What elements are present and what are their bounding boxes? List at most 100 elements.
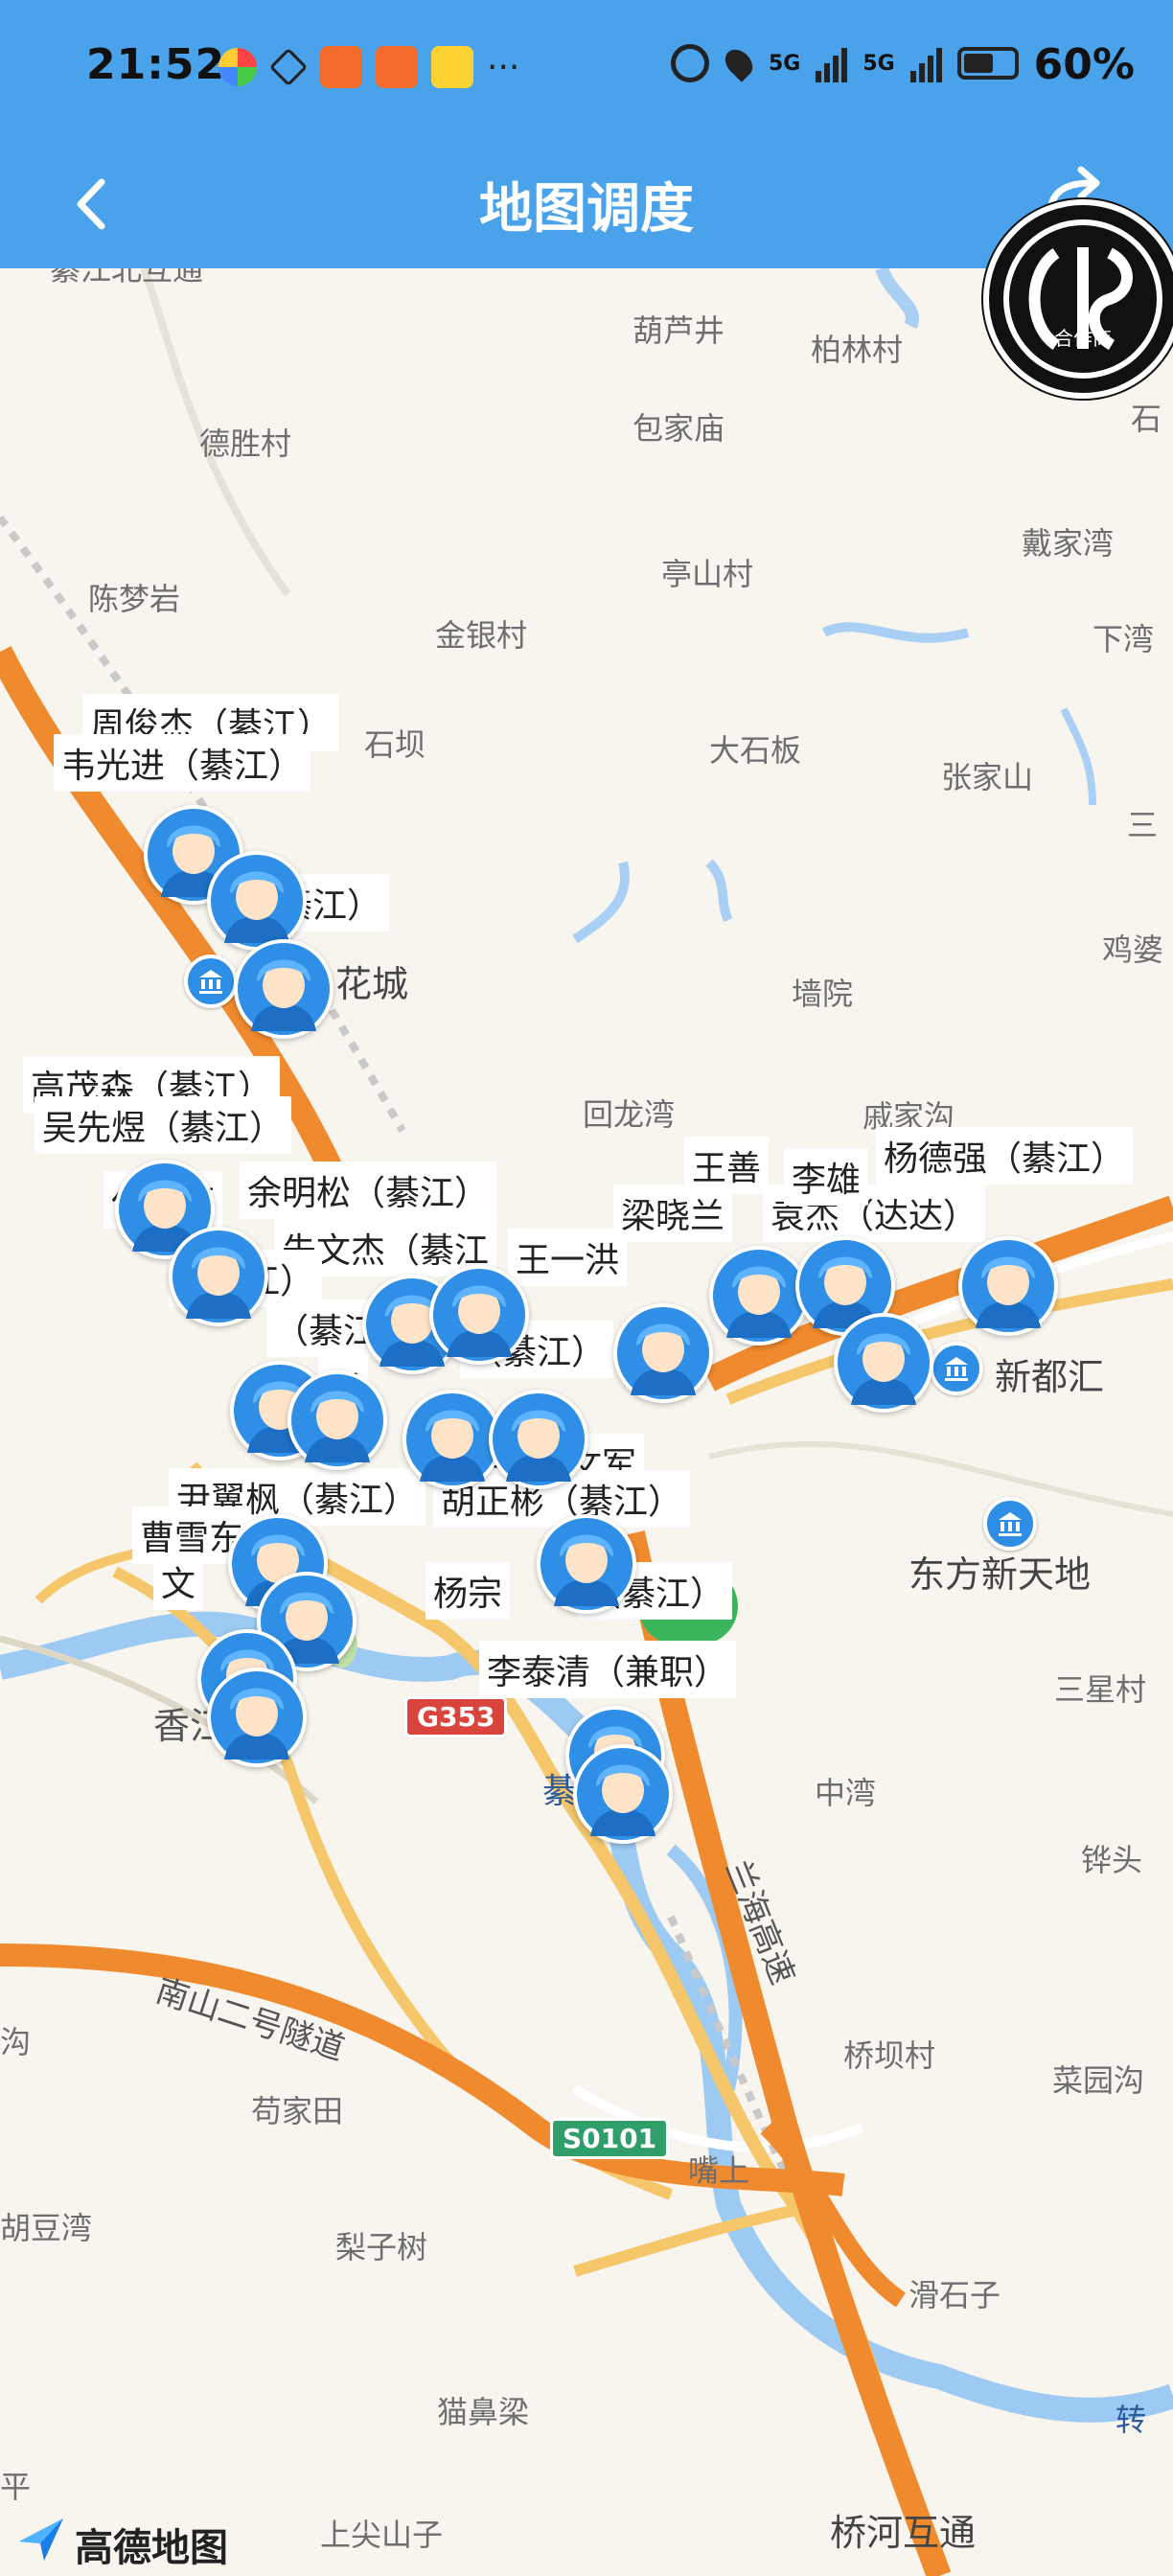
partner-badge-text: 合作商 [1054,327,1112,350]
poi-mall-marker[interactable] [930,1342,983,1395]
place-label: 葫芦井 [632,312,725,349]
courier-name-label[interactable]: 吴先煜（綦江） [34,1096,292,1154]
place-label: 金银村 [435,617,528,654]
courier-avatar-marker[interactable] [709,1246,809,1346]
app-icon-orange-2 [376,46,418,88]
signal-bars-1-icon [816,44,848,82]
place-label: 石 [1131,401,1162,437]
courier-name-label[interactable]: 王善 [684,1137,770,1194]
place-label: 石坝 [364,726,426,763]
courier-name-label[interactable]: 李雄 [784,1148,869,1206]
place-label: 新都汇 [995,1356,1105,1398]
place-label: 回龙湾 [583,1096,676,1133]
app-icon-orange-1 [320,46,362,88]
place-label: 墙院 [792,976,854,1012]
place-label: 柏林村 [811,332,904,368]
place-label: 戴家湾 [1022,525,1115,562]
place-label: 梨子树 [335,2229,428,2266]
courier-avatar-icon [406,1393,498,1485]
place-label: 大石板 [709,732,802,769]
place-label: 菜园沟 [1052,2062,1145,2099]
courier-avatar-icon [211,855,303,947]
status-indicators: 5G 5G [671,44,1019,82]
courier-name-label[interactable]: 余明松（綦江） [240,1162,497,1219]
courier-avatar-marker[interactable] [207,1668,307,1767]
courier-avatar-marker[interactable] [613,1303,713,1403]
place-label: 桥河互通 [830,2512,977,2554]
courier-avatar-marker[interactable] [489,1390,588,1489]
courier-avatar-marker[interactable] [958,1236,1058,1336]
bank-icon [199,970,222,994]
status-time: 21:52 [86,40,226,89]
place-label: 綦江北互通 [50,268,204,288]
courier-avatar-marker[interactable] [207,851,307,951]
place-label: 德胜村 [199,426,292,462]
road-shield-s0101: S0101 [550,2118,670,2159]
courier-avatar-icon [838,1317,930,1409]
courier-name-label[interactable]: 杨宗 [426,1562,511,1620]
place-label: 嘴上 [688,2152,750,2189]
poi-mall-marker[interactable] [983,1497,1037,1551]
courier-name-label[interactable]: 文 [153,1552,204,1610]
courier-avatar-icon [713,1250,805,1342]
app-icons: ··· [218,46,519,88]
amap-logo-icon [19,2518,63,2561]
courier-avatar-icon [211,1671,303,1763]
place-label: 铧头 [1081,1842,1143,1878]
place-label: 鸡婆 [1102,932,1164,968]
building-icon [945,1357,968,1381]
place-label: 转 [1116,2402,1147,2438]
road-shield-g353: G353 [404,1696,508,1737]
courier-avatar-marker[interactable] [402,1390,502,1489]
place-label: 上尖山子 [320,2517,444,2553]
more-notifications-icon: ··· [487,47,520,87]
place-label: 三 [1127,807,1159,843]
alarm-icon [671,44,709,82]
courier-avatar-icon [172,1230,264,1322]
courier-avatar-icon [238,943,330,1035]
place-label: 猫鼻梁 [437,2394,530,2430]
app-icon-box [268,47,309,87]
place-label: 平 [0,2469,32,2505]
place-label: 胡豆湾 [0,2210,93,2246]
courier-avatar-marker[interactable] [834,1313,933,1413]
status-bar: 21:52 ··· 5G 5G 60% [0,0,1173,139]
place-label: 包家庙 [632,410,725,447]
courier-avatar-icon [540,1518,632,1610]
poi-bank-marker[interactable] [184,954,238,1008]
signal-5g-1-label: 5G [769,51,801,76]
courier-avatar-marker[interactable] [234,939,334,1039]
courier-name-label[interactable]: 杨德强（綦江） [876,1127,1134,1184]
courier-avatar-icon [962,1240,1054,1332]
courier-name-label[interactable]: 李泰清（兼职） [479,1641,737,1698]
place-label: 东方新天地 [908,1553,1092,1596]
battery-percent: 60% [1033,40,1135,89]
courier-avatar-icon [617,1307,709,1399]
courier-name-label[interactable]: 韦光进（綦江） [54,734,311,792]
place-label: 桥坝村 [843,2037,936,2074]
location-icon [720,44,758,82]
courier-avatar-marker[interactable] [169,1227,268,1326]
place-label: 张家山 [941,759,1034,795]
place-label: 中湾 [815,1775,877,1811]
place-label: 下湾 [1092,621,1155,657]
courier-avatar-marker[interactable] [573,1744,673,1844]
amap-logo-text: 高德地图 [75,2526,228,2570]
partner-logo-icon [1003,219,1162,379]
courier-name-label[interactable]: 王一洪 [508,1229,628,1286]
partner-badge[interactable]: 合作商 [983,199,1173,399]
place-label: 亭山村 [661,556,754,592]
app-icon-color-circle [218,48,257,86]
map-canvas[interactable]: G353 S0101 兰海高速 南山二号隧道 香江华源 綦江站 綦江北互通 葫芦… [0,268,1173,2576]
courier-avatar-marker[interactable] [429,1265,529,1365]
courier-avatar-icon [433,1269,525,1361]
courier-avatar-marker[interactable] [288,1370,387,1470]
place-label: 沟 [0,2024,32,2060]
battery-icon [956,47,1019,80]
app-icon-yellow [431,46,473,88]
courier-avatar-icon [493,1393,585,1485]
courier-avatar-marker[interactable] [537,1514,636,1614]
signal-bars-2-icon [909,44,942,82]
place-label: 三星村 [1054,1671,1147,1708]
courier-avatar-icon [291,1374,383,1466]
